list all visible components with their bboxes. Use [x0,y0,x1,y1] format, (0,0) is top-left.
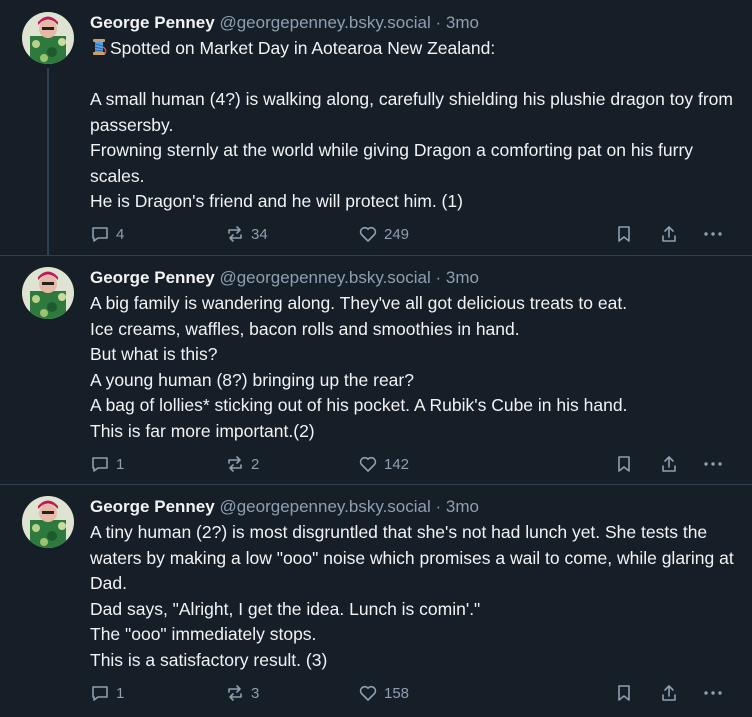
separator-dot: · [435,13,442,32]
author-handle[interactable]: @georgepenney.bsky.social [219,268,430,287]
post-paragraph: Dad says, "Alright, I get the idea. Lunc… [90,598,481,619]
post-timestamp[interactable]: 3mo [446,268,479,287]
share-button[interactable] [659,681,679,705]
post-paragraph: A small human (4?) is walking along, car… [90,89,738,135]
reply-icon [90,224,110,244]
thread-connector-line [47,68,49,255]
author-display-name[interactable]: George Penney [90,497,215,516]
post-paragraph: But what is this? [90,344,218,364]
more-options-button[interactable] [702,222,724,246]
share-icon [659,683,679,703]
post[interactable]: George Penney @georgepenney.bsky.social … [0,484,752,717]
post-actions: 1 2 142 [90,452,728,476]
share-icon [659,454,679,474]
reply-button[interactable]: 1 [90,681,124,705]
repost-count: 34 [251,225,268,243]
post-paragraph [90,62,734,88]
more-options-button[interactable] [702,452,724,476]
repost-count: 2 [251,455,260,473]
repost-button[interactable]: 3 [225,681,259,705]
like-button[interactable]: 142 [358,452,409,476]
post-text: Spotted on Market Day in Aotearoa New Ze… [90,36,734,215]
reply-icon [90,454,110,474]
post-timestamp[interactable]: 3mo [446,497,479,516]
post-paragraph: The "ooo" immediately stops. [90,624,317,644]
post-paragraph: Frowning sternly at the world while givi… [90,140,698,186]
author-handle[interactable]: @georgepenney.bsky.social [219,13,430,32]
more-options-icon [702,454,724,474]
share-button[interactable] [659,452,679,476]
post-paragraph: He is Dragon's friend and he will protec… [90,191,463,211]
reply-button[interactable]: 4 [90,222,124,246]
post-paragraph: Ice creams, waffles, bacon rolls and smo… [90,318,520,339]
author-display-name[interactable]: George Penney [90,268,215,287]
thread-spool-icon [90,38,108,56]
share-icon [659,224,679,244]
separator-dot: · [435,497,442,516]
reply-icon [90,683,110,703]
reply-count: 4 [116,225,125,243]
post-actions: 1 3 158 [90,681,728,705]
more-options-icon [702,224,724,244]
repost-count: 3 [251,684,260,702]
like-button[interactable]: 158 [358,681,409,705]
like-count: 249 [384,225,410,243]
post-paragraph: A tiny human (2?) is most disgruntled th… [90,522,739,593]
bookmark-icon [614,224,634,244]
bookmark-button[interactable] [614,452,634,476]
repost-icon [225,224,245,244]
post-paragraph: A bag of lollies* sticking out of his po… [90,395,628,415]
repost-button[interactable]: 2 [225,452,259,476]
post-timestamp[interactable]: 3mo [446,13,479,32]
repost-button[interactable]: 34 [225,222,268,246]
post-paragraph: This is far more important.(2) [90,420,315,441]
reply-count: 1 [116,455,125,473]
thread-view: George Penney @georgepenney.bsky.social … [0,0,752,717]
heart-icon [358,224,378,244]
post-header: George Penney @georgepenney.bsky.social … [90,267,734,289]
post-header: George Penney @georgepenney.bsky.social … [90,496,734,518]
like-count: 158 [384,684,410,702]
author-handle[interactable]: @georgepenney.bsky.social [219,497,430,516]
share-button[interactable] [659,222,679,246]
bookmark-button[interactable] [614,222,634,246]
heart-icon [358,454,378,474]
bookmark-button[interactable] [614,681,634,705]
separator-dot: · [435,268,442,287]
post-paragraph: A big family is wandering along. They've… [90,293,628,313]
like-button[interactable]: 249 [358,222,409,246]
reply-count: 1 [116,684,125,702]
post-text: A tiny human (2?) is most disgruntled th… [90,520,734,673]
avatar[interactable] [22,12,74,64]
post-header: George Penney @georgepenney.bsky.social … [90,12,734,34]
avatar[interactable] [22,496,74,548]
post-actions: 4 34 249 [90,222,728,246]
avatar[interactable] [22,267,74,319]
bookmark-icon [614,454,634,474]
post[interactable]: George Penney @georgepenney.bsky.social … [0,0,752,255]
post-paragraph: Spotted on Market Day in Aotearoa New Ze… [90,36,734,62]
post[interactable]: George Penney @georgepenney.bsky.social … [0,255,752,484]
repost-icon [225,454,245,474]
like-count: 142 [384,455,410,473]
bookmark-icon [614,683,634,703]
more-options-button[interactable] [702,681,724,705]
repost-icon [225,683,245,703]
more-options-icon [702,683,724,703]
reply-button[interactable]: 1 [90,452,124,476]
post-paragraph: This is a satisfactory result. (3) [90,649,328,670]
heart-icon [358,683,378,703]
post-paragraph: A young human (8?) bringing up the rear? [90,369,414,390]
author-display-name[interactable]: George Penney [90,13,215,32]
post-text: A big family is wandering along. They've… [90,291,734,444]
